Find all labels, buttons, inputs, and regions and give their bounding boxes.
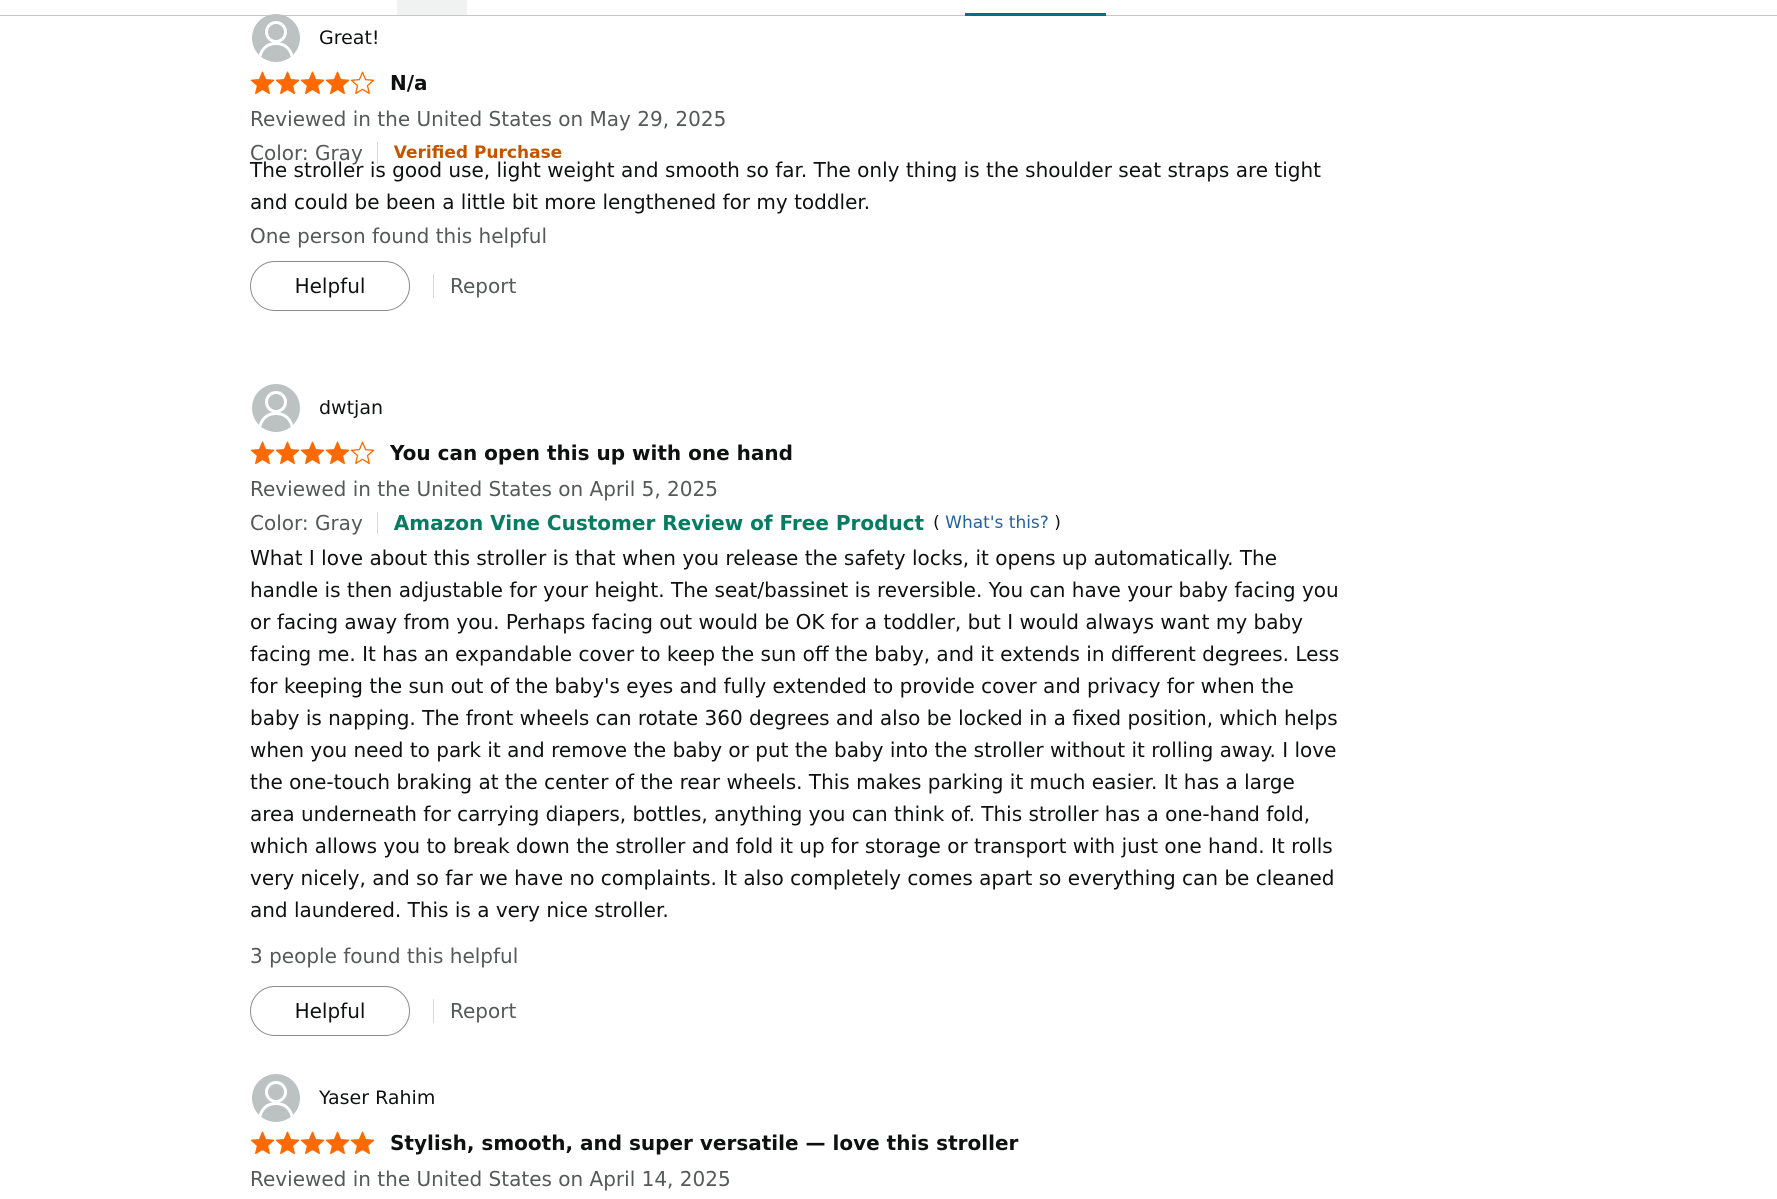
review-body: The stroller is good use, light weight a… <box>250 158 1322 214</box>
star-rating[interactable] <box>250 1129 375 1157</box>
helpful-count: 3 people found this helpful <box>250 944 519 968</box>
vine-review-badge: Amazon Vine Customer Review of Free Prod… <box>393 511 925 535</box>
vine-help: ( What's this? ) <box>933 513 1061 533</box>
filled-star-icon <box>250 71 275 94</box>
reviewer-profile[interactable]: Great! <box>252 14 380 62</box>
helpful-button[interactable]: Helpful <box>250 986 410 1036</box>
review-meta: Color: Gray Amazon Vine Customer Review … <box>250 509 1061 537</box>
active-tab-indicator <box>965 13 1106 16</box>
filled-star-icon <box>325 441 350 464</box>
rating-title-row: Stylish, smooth, and super versatile — l… <box>250 1129 1018 1157</box>
default-user-avatar-icon <box>252 14 300 62</box>
review-actions: Helpful Report <box>250 261 516 311</box>
star-rating[interactable] <box>250 69 375 97</box>
helpful-count: One person found this helpful <box>250 224 548 248</box>
reviewer-name: Yaser Rahim <box>319 1087 436 1109</box>
empty-star-icon <box>350 441 375 464</box>
report-link[interactable]: Report <box>450 274 516 298</box>
filled-star-icon <box>300 441 325 464</box>
filled-star-icon <box>250 1131 275 1154</box>
reviewer-profile[interactable]: dwtjan <box>252 384 383 432</box>
star-rating[interactable] <box>250 439 375 467</box>
paren-open: ( <box>933 513 940 533</box>
reviewer-name: dwtjan <box>319 397 384 419</box>
review-actions: Helpful Report <box>250 986 516 1036</box>
review-body: What I love about this stroller is that … <box>250 546 1340 922</box>
action-divider <box>433 274 434 298</box>
review-title[interactable]: You can open this up with one hand <box>390 441 793 465</box>
filled-star-icon <box>300 71 325 94</box>
filled-star-icon <box>325 1131 350 1154</box>
review-date: Reviewed in the United States on May 29,… <box>250 107 727 131</box>
review-date: Reviewed in the United States on April 1… <box>250 1167 731 1191</box>
reviewer-profile[interactable]: Yaser Rahim <box>252 1074 435 1122</box>
reviewer-name: Great! <box>319 27 380 49</box>
filled-star-icon <box>300 1131 325 1154</box>
review-title[interactable]: N/a <box>390 71 428 95</box>
report-link[interactable]: Report <box>450 999 516 1023</box>
default-user-avatar-icon <box>252 1074 300 1122</box>
whats-this-link[interactable]: What's this? <box>945 513 1049 533</box>
filled-star-icon <box>275 441 300 464</box>
review-title[interactable]: Stylish, smooth, and super versatile — l… <box>390 1131 1018 1155</box>
filled-star-icon <box>275 71 300 94</box>
tab-stub[interactable] <box>397 0 467 15</box>
color-variant-link[interactable]: Color: Gray <box>250 511 363 535</box>
default-user-avatar-icon <box>252 384 300 432</box>
meta-divider <box>376 512 378 534</box>
helpful-button[interactable]: Helpful <box>250 261 410 311</box>
rating-title-row: You can open this up with one hand <box>250 439 793 467</box>
rating-title-row: N/a <box>250 69 428 97</box>
action-divider <box>433 999 434 1023</box>
review-date: Reviewed in the United States on April 5… <box>250 477 718 501</box>
paren-close: ) <box>1054 513 1061 533</box>
filled-star-icon <box>275 1131 300 1154</box>
filled-star-icon <box>325 71 350 94</box>
filled-star-icon <box>350 1131 375 1154</box>
filled-star-icon <box>250 441 275 464</box>
empty-star-icon <box>350 71 375 94</box>
